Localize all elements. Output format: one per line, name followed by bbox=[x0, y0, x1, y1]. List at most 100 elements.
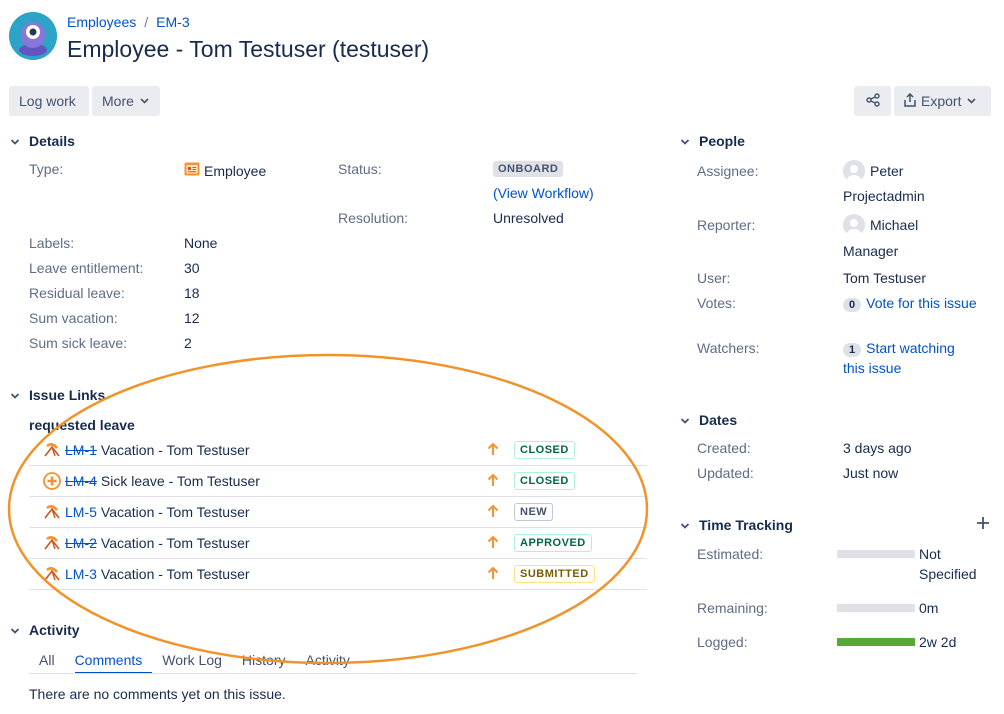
resolution-label: Resolution: bbox=[338, 210, 409, 226]
issue-link-summary[interactable]: Sick leave - Tom Testuser bbox=[101, 473, 260, 489]
tab-work-log[interactable]: Work Log bbox=[162, 652, 232, 674]
field-value: None bbox=[184, 235, 218, 251]
priority-major-icon bbox=[487, 442, 499, 459]
issue-link-status: SUBMITTED bbox=[514, 565, 595, 583]
field-label: Leave entitlement: bbox=[29, 260, 144, 276]
time-tracking-section-toggle[interactable]: Time Tracking bbox=[679, 517, 793, 533]
breadcrumb-issue-key[interactable]: EM-3 bbox=[156, 14, 189, 30]
activity-section-toggle[interactable]: Activity bbox=[9, 622, 80, 638]
status-lozenge: ONBOARD bbox=[493, 161, 564, 177]
beach-chair-icon bbox=[43, 566, 61, 582]
issue-link-key[interactable]: LM-5 bbox=[65, 504, 97, 520]
updated-label: Updated: bbox=[697, 465, 754, 481]
export-button[interactable]: Export bbox=[894, 86, 991, 116]
chevron-down-icon bbox=[679, 135, 691, 147]
remaining-bar bbox=[837, 604, 915, 612]
reporter-avatar[interactable] bbox=[843, 214, 865, 236]
dates-section-toggle[interactable]: Dates bbox=[679, 412, 737, 428]
chevron-down-icon bbox=[9, 624, 21, 636]
estimated-bar bbox=[837, 550, 915, 558]
chevron-down-icon bbox=[967, 96, 977, 107]
start-watching-link[interactable]: Start watching bbox=[866, 340, 955, 356]
reporter-first-name[interactable]: Michael bbox=[870, 217, 918, 233]
medical-cross-icon bbox=[43, 472, 61, 490]
estimated-value-line1: Not bbox=[919, 546, 941, 562]
user-value[interactable]: Tom Testuser bbox=[843, 270, 926, 286]
chevron-down-icon bbox=[679, 414, 691, 426]
details-heading: Details bbox=[29, 133, 75, 149]
issue-link-key[interactable]: LM-2 bbox=[65, 535, 97, 551]
status-label: Status: bbox=[338, 161, 382, 177]
issue-links-heading: Issue Links bbox=[29, 387, 106, 403]
watchers-field: 1 Start watching bbox=[843, 340, 955, 357]
tab-comments[interactable]: Comments bbox=[74, 652, 153, 674]
breadcrumb-project[interactable]: Employees bbox=[67, 14, 136, 30]
start-watching-link-cont[interactable]: this issue bbox=[843, 360, 901, 376]
assignee-first-name[interactable]: Peter bbox=[870, 163, 903, 179]
activity-tabs: All Comments Work Log History Activity bbox=[39, 652, 370, 674]
issue-link-row[interactable]: LM-4 Sick leave - Tom Testuser CLOSED bbox=[29, 466, 647, 497]
field-row: Sum vacation: 12 bbox=[29, 310, 200, 335]
activity-heading: Activity bbox=[29, 622, 80, 638]
field-row: Labels: None bbox=[29, 235, 217, 260]
more-label: More bbox=[102, 93, 134, 109]
tab-history[interactable]: History bbox=[242, 652, 296, 674]
issue-link-row[interactable]: LM-2 Vacation - Tom Testuser APPROVED bbox=[29, 528, 647, 559]
view-workflow-link[interactable]: View Workflow bbox=[498, 185, 589, 201]
issue-links-section-toggle[interactable]: Issue Links bbox=[9, 387, 105, 403]
issue-link-row[interactable]: LM-5 Vacation - Tom Testuser NEW bbox=[29, 497, 647, 528]
issue-link-summary[interactable]: Vacation - Tom Testuser bbox=[101, 566, 250, 582]
votes-count: 0 bbox=[843, 298, 862, 312]
type-value: Employee bbox=[204, 162, 267, 179]
reporter-last-name[interactable]: Manager bbox=[843, 243, 898, 259]
vote-link[interactable]: Vote for this issue bbox=[866, 295, 977, 311]
field-label: Sum sick leave: bbox=[29, 335, 128, 351]
issue-link-summary[interactable]: Vacation - Tom Testuser bbox=[101, 442, 250, 458]
project-avatar[interactable] bbox=[9, 12, 57, 60]
issue-link-key[interactable]: LM-4 bbox=[65, 473, 97, 489]
logged-label: Logged: bbox=[697, 634, 748, 650]
remaining-label: Remaining: bbox=[697, 600, 768, 616]
field-row: Residual leave: 18 bbox=[29, 285, 200, 310]
add-time-icon[interactable] bbox=[976, 516, 990, 533]
issue-link-row[interactable]: LM-1 Vacation - Tom Testuser CLOSED bbox=[29, 435, 647, 466]
field-value: 18 bbox=[184, 285, 200, 301]
estimated-value-line2: Specified bbox=[919, 566, 977, 582]
issue-link-key[interactable]: LM-3 bbox=[65, 566, 97, 582]
issue-link-row[interactable]: LM-3 Vacation - Tom Testuser SUBMITTED bbox=[29, 559, 647, 590]
breadcrumb: Employees / EM-3 bbox=[67, 14, 190, 30]
log-work-label: Log work bbox=[19, 93, 76, 109]
assignee-avatar[interactable] bbox=[843, 160, 865, 182]
more-button[interactable]: More bbox=[92, 86, 160, 116]
priority-major-icon bbox=[487, 566, 499, 583]
priority-major-icon bbox=[487, 535, 499, 552]
issue-link-key[interactable]: LM-1 bbox=[65, 442, 97, 458]
priority-major-icon bbox=[487, 473, 499, 490]
issue-link-status: NEW bbox=[514, 503, 554, 521]
chevron-down-icon bbox=[9, 389, 21, 401]
type-field: Employee bbox=[184, 161, 266, 180]
tab-activity[interactable]: Activity bbox=[305, 652, 359, 674]
share-button[interactable] bbox=[854, 86, 891, 116]
reporter-label: Reporter: bbox=[697, 217, 756, 233]
issue-link-summary[interactable]: Vacation - Tom Testuser bbox=[101, 504, 250, 520]
export-label: Export bbox=[921, 93, 962, 109]
estimated-label: Estimated: bbox=[697, 546, 764, 562]
people-section-toggle[interactable]: People bbox=[679, 133, 745, 149]
field-label: Residual leave: bbox=[29, 285, 125, 301]
tabs-divider bbox=[29, 673, 637, 674]
logged-value: 2w 2d bbox=[919, 634, 957, 650]
log-work-button[interactable]: Log work bbox=[9, 86, 89, 116]
details-fields: Labels: None Leave entitlement: 30 Residua… bbox=[29, 235, 217, 360]
tab-all[interactable]: All bbox=[39, 652, 65, 674]
export-icon bbox=[904, 92, 916, 110]
beach-chair-icon bbox=[43, 535, 61, 551]
no-comments-text: There are no comments yet on this issue. bbox=[29, 686, 286, 702]
issue-link-summary[interactable]: Vacation - Tom Testuser bbox=[101, 535, 250, 551]
details-section-toggle[interactable]: Details bbox=[9, 133, 75, 149]
view-workflow-close-paren: ) bbox=[588, 185, 594, 201]
assignee-last-name[interactable]: Projectadmin bbox=[843, 188, 925, 204]
chevron-down-icon bbox=[140, 96, 149, 107]
issue-link-status: APPROVED bbox=[514, 534, 592, 552]
remaining-value: 0m bbox=[919, 600, 939, 616]
